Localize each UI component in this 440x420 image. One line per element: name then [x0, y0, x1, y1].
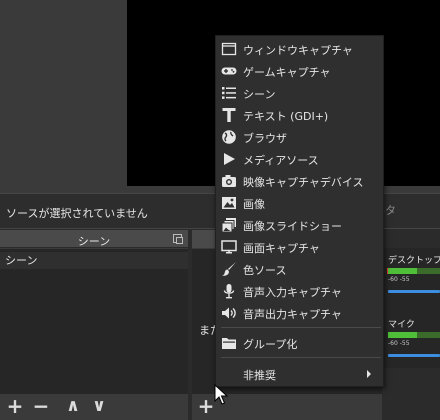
menu-item-label: 画面キャプチャ [243, 242, 320, 255]
mixer-channel-name: マイク [388, 320, 415, 329]
scene-list: シーン [0, 249, 188, 394]
menu-item-display-capture[interactable]: 画面キャプチャ [216, 236, 383, 258]
audio-mixer: デスクトップ音声 -60 -55 マイク -60 -55 [384, 248, 440, 368]
text-icon [222, 108, 236, 122]
menu-item-color-source[interactable]: 色ソース [216, 258, 383, 280]
menu-item-audio-output-capture[interactable]: 音声出力キャプチャ [216, 302, 383, 324]
mixer-channel-name: デスクトップ音声 [388, 256, 440, 265]
speaker-icon [222, 307, 236, 319]
volume-meter [388, 332, 440, 338]
no-source-selected-label: ソースが選択されていません [6, 207, 148, 220]
menu-item-label: 音声入力キャプチャ [243, 286, 342, 299]
menu-item-deprecated[interactable]: 非推奨 [216, 363, 383, 385]
menu-item-label: 非推奨 [243, 369, 276, 382]
brush-icon [222, 262, 236, 276]
menu-item-label: 音声出力キャプチャ [243, 308, 342, 321]
folder-icon [222, 338, 236, 349]
play-icon [224, 153, 235, 165]
scene-toolbar: + − ∧ ∨ [0, 394, 188, 420]
volume-slider[interactable] [388, 354, 440, 357]
list-icon [222, 87, 236, 99]
menu-separator [221, 357, 381, 358]
menu-item-video-capture-device[interactable]: 映像キャプチャデバイス [216, 170, 383, 192]
menu-item-group[interactable]: グループ化 [216, 332, 383, 354]
menu-item-label: ゲームキャプチャ [243, 66, 331, 79]
slideshow-icon [221, 218, 236, 233]
float-dock-icon[interactable] [173, 234, 183, 244]
scenes-dock-header: シーン [0, 230, 188, 248]
add-source-context-menu: ウィンドウキャプチャ ゲームキャプチャ シーン テキスト (GDI+) ブラウザ… [215, 35, 384, 387]
move-scene-down-button[interactable]: ∨ [88, 396, 110, 418]
menu-item-image-slideshow[interactable]: 画像スライドショー [216, 214, 383, 236]
camera-icon [222, 175, 236, 187]
menu-item-window-capture[interactable]: ウィンドウキャプチャ [216, 38, 383, 60]
scenes-dock-title: シーン [77, 235, 111, 248]
remove-scene-button[interactable]: − [30, 396, 52, 418]
menu-item-label: テキスト (GDI+) [243, 110, 329, 123]
menu-item-media-source[interactable]: メディアソース [216, 148, 383, 170]
menu-item-scene[interactable]: シーン [216, 82, 383, 104]
menu-item-game-capture[interactable]: ゲームキャプチャ [216, 60, 383, 82]
menu-item-text[interactable]: テキスト (GDI+) [216, 104, 383, 126]
menu-item-browser[interactable]: ブラウザ [216, 126, 383, 148]
menu-item-label: 画像スライドショー [243, 220, 342, 233]
scene-list-item[interactable]: シーン [0, 252, 188, 269]
image-icon [222, 197, 236, 209]
gamepad-icon [221, 67, 237, 75]
globe-icon [222, 130, 236, 144]
meter-scale: -60 -55 [388, 340, 410, 347]
menu-item-label: グループ化 [243, 338, 298, 351]
menu-item-label: シーン [243, 88, 276, 101]
mixer-channel-desktop: デスクトップ音声 -60 -55 [387, 253, 440, 293]
menu-item-label: メディアソース [243, 154, 319, 167]
volume-slider[interactable] [388, 290, 440, 293]
menu-item-audio-input-capture[interactable]: 音声入力キャプチャ [216, 280, 383, 302]
move-scene-up-button[interactable]: ∧ [62, 396, 84, 418]
microphone-icon [223, 284, 235, 299]
menu-item-label: 色ソース [243, 264, 287, 277]
scenes-dock: シーン シーン + − ∧ ∨ [0, 230, 188, 420]
volume-meter [387, 268, 440, 274]
submenu-arrow-icon [367, 370, 371, 378]
menu-item-label: 映像キャプチャデバイス [243, 176, 364, 189]
menu-item-image[interactable]: 画像 [216, 192, 383, 214]
menu-item-label: ウィンドウキャプチャ [243, 44, 353, 57]
window-icon [221, 42, 237, 56]
monitor-icon [221, 240, 237, 254]
menu-item-label: 画像 [243, 198, 265, 211]
menu-separator [221, 327, 381, 328]
mixer-channel-mic: マイク -60 -55 [388, 317, 440, 357]
add-scene-button[interactable]: + [4, 396, 26, 418]
mouse-cursor-icon [214, 384, 229, 405]
meter-scale: -60 -55 [388, 276, 410, 283]
menu-item-label: ブラウザ [243, 132, 287, 145]
